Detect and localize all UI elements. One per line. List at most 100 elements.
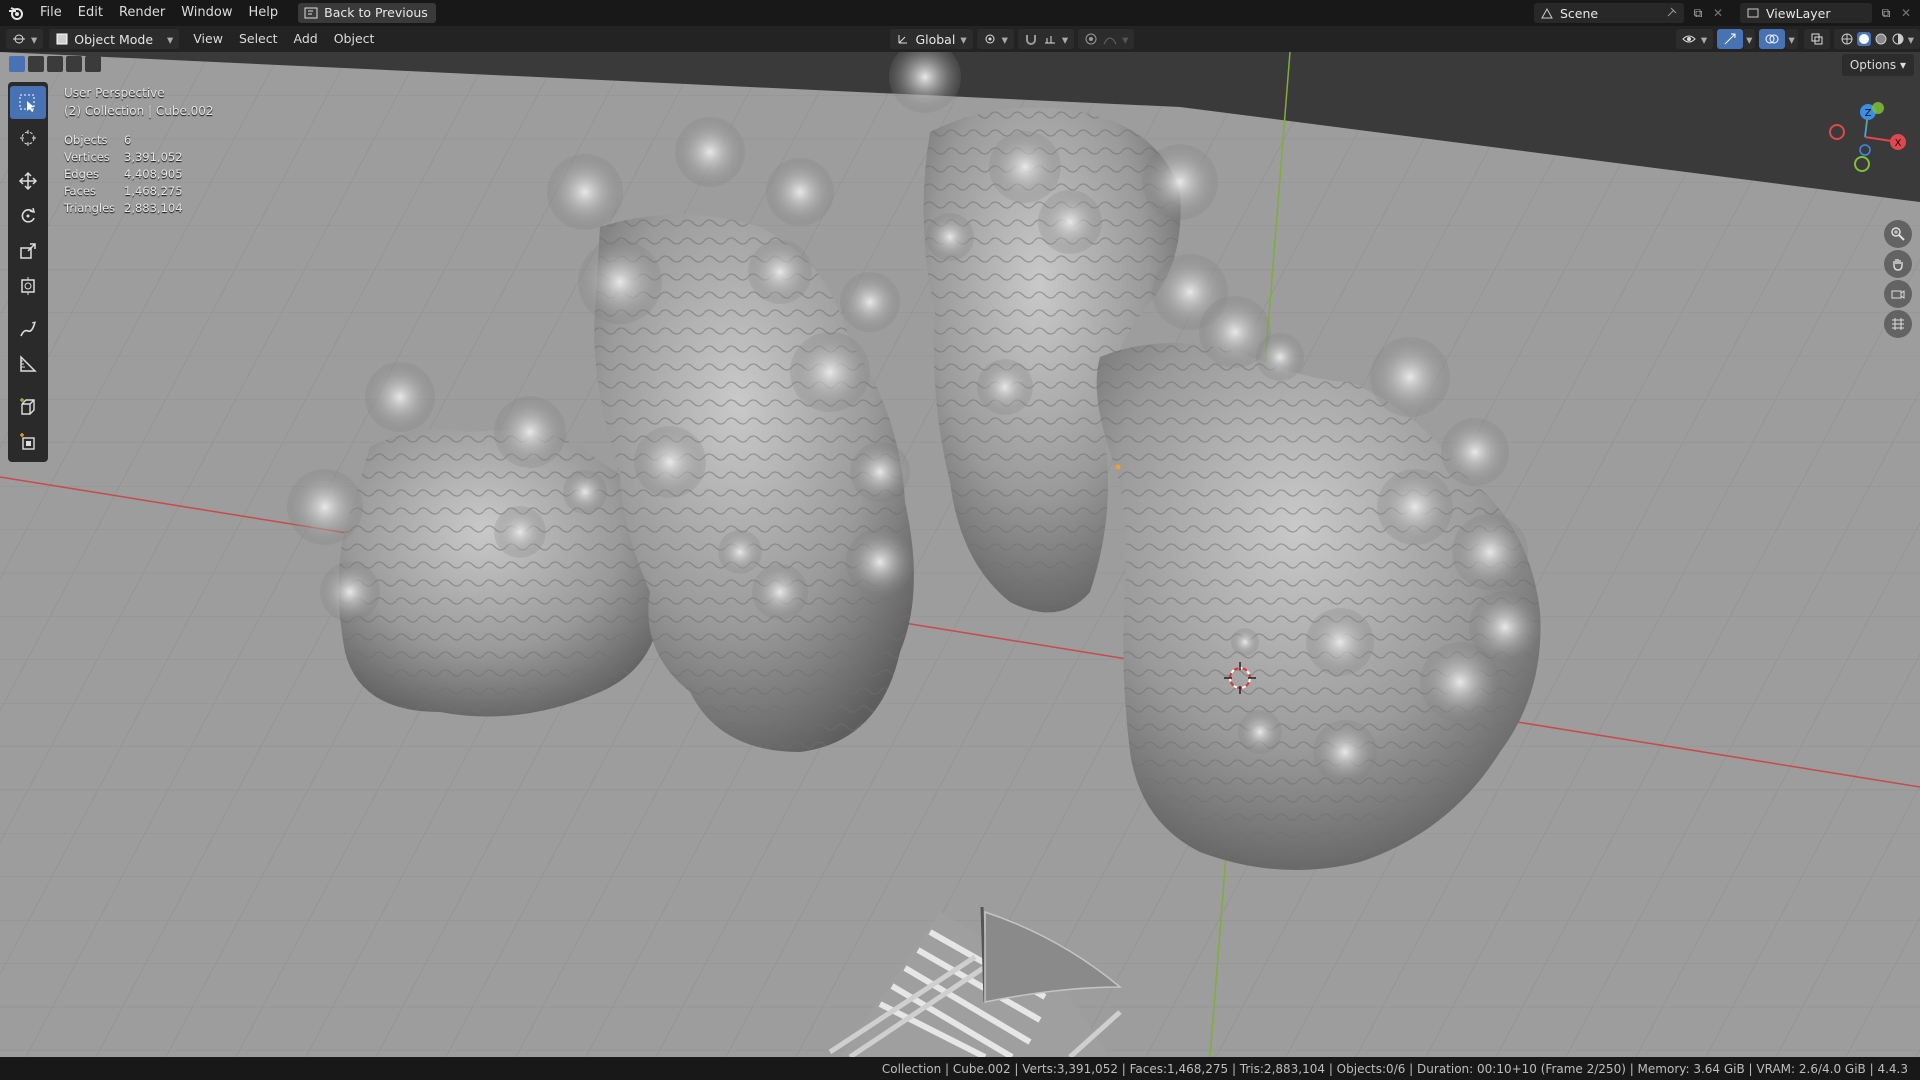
back-to-previous-button[interactable]: Back to Previous bbox=[298, 3, 436, 23]
mode-dropdown[interactable]: Object Mode ▾ bbox=[49, 29, 180, 49]
menu-help[interactable]: Help bbox=[241, 0, 287, 26]
stat-value: 4,408,905 bbox=[124, 167, 183, 181]
screen-back-icon bbox=[304, 7, 318, 19]
options-button[interactable]: Options ▾ bbox=[1841, 54, 1914, 76]
scene-icon bbox=[1541, 7, 1553, 19]
camera-icon[interactable] bbox=[1884, 280, 1912, 308]
remove-scene-icon[interactable]: ✕ bbox=[1708, 6, 1728, 20]
header-menu-add[interactable]: Add bbox=[286, 29, 326, 49]
annotate-tool[interactable] bbox=[10, 312, 46, 345]
stat-key: Edges bbox=[64, 167, 99, 181]
transform-tool[interactable] bbox=[10, 269, 46, 302]
wireframe-shading-icon[interactable] bbox=[1840, 32, 1854, 46]
cursor-icon bbox=[20, 129, 36, 146]
editor-type-dropdown[interactable]: ▾ bbox=[6, 29, 44, 49]
select-subtract-icon[interactable] bbox=[47, 56, 63, 72]
stat-row: Edges 4,408,905 bbox=[64, 166, 183, 183]
gizmo-toggle[interactable] bbox=[1717, 29, 1744, 49]
falloff-curve-icon bbox=[1103, 37, 1117, 45]
new-scene-icon[interactable]: ⧉ bbox=[1688, 6, 1708, 21]
header-menu-select[interactable]: Select bbox=[231, 29, 286, 49]
menu-render[interactable]: Render bbox=[111, 0, 173, 26]
measure-icon bbox=[20, 354, 37, 372]
add-cube-tool[interactable] bbox=[10, 390, 46, 423]
material-shading-icon[interactable] bbox=[1874, 32, 1888, 46]
move-tool[interactable] bbox=[10, 164, 46, 197]
stat-key: Vertices bbox=[64, 150, 110, 164]
pin-icon[interactable] bbox=[1664, 6, 1678, 20]
transform-orientation-dropdown[interactable]: Global ▾ bbox=[890, 29, 973, 49]
select-intersect-icon[interactable] bbox=[85, 56, 101, 72]
measure-tool[interactable] bbox=[10, 347, 46, 380]
header-menu-object[interactable]: Object bbox=[326, 29, 383, 49]
chevron-down-icon: ▾ bbox=[167, 31, 174, 47]
transform-orientation-label: Global bbox=[915, 31, 956, 47]
stat-row: Vertices 3,391,052 bbox=[64, 149, 183, 166]
menu-edit[interactable]: Edit bbox=[70, 0, 111, 26]
view-layer-icon bbox=[1747, 8, 1759, 18]
select-box-icon bbox=[19, 94, 35, 112]
rock-mesh-left[interactable] bbox=[338, 429, 662, 717]
visibility-dropdown[interactable]: ▾ bbox=[1675, 29, 1714, 49]
zoom-icon[interactable] bbox=[1884, 220, 1912, 248]
proportional-editing-dropdown[interactable]: ▾ bbox=[1078, 29, 1135, 49]
menu-file[interactable]: File bbox=[32, 0, 70, 26]
status-bar-text: Collection | Cube.002 | Verts:3,391,052 … bbox=[881, 1061, 1908, 1076]
select-invert-icon[interactable] bbox=[66, 56, 82, 72]
top-menu-bar: File Edit Render Window Help Back to Pre… bbox=[0, 0, 1920, 26]
stat-row: Triangles 2,883,104 bbox=[64, 200, 183, 217]
solid-shading-icon[interactable] bbox=[1856, 32, 1871, 46]
menu-window[interactable]: Window bbox=[173, 0, 240, 26]
shading-modes: ▾ bbox=[1833, 29, 1920, 49]
add-object-tool[interactable] bbox=[10, 425, 46, 458]
rotate-icon bbox=[21, 207, 36, 223]
view-layer-selector[interactable]: ViewLayer bbox=[1740, 3, 1872, 23]
stat-key: Triangles bbox=[64, 201, 116, 215]
gizmo-neg-z-axis bbox=[1859, 144, 1871, 156]
select-box-tool[interactable] bbox=[10, 86, 46, 119]
stat-key: Faces bbox=[64, 184, 96, 198]
scale-tool[interactable] bbox=[10, 234, 46, 267]
grid-view-icon[interactable] bbox=[1884, 310, 1912, 338]
gizmo-y-axis bbox=[1872, 102, 1884, 114]
pivot-point-dropdown[interactable]: ▾ bbox=[976, 29, 1014, 49]
xray-toggle[interactable] bbox=[1803, 29, 1830, 49]
select-new-icon[interactable] bbox=[9, 56, 25, 72]
object-origin bbox=[1115, 464, 1121, 470]
scale-icon bbox=[20, 242, 36, 259]
gizmo-neg-x-axis bbox=[1829, 124, 1845, 140]
header-menu-view[interactable]: View bbox=[185, 29, 231, 49]
select-extend-icon[interactable] bbox=[28, 56, 44, 72]
stat-key: Objects bbox=[64, 133, 108, 147]
xray-icon bbox=[1811, 33, 1823, 45]
rendered-shading-icon[interactable] bbox=[1891, 32, 1905, 46]
overlays-dropdown[interactable]: ▾ bbox=[1785, 29, 1798, 49]
gizmo-dropdown[interactable]: ▾ bbox=[1743, 29, 1756, 49]
pan-hand-icon[interactable] bbox=[1884, 250, 1912, 278]
options-label: Options bbox=[1849, 58, 1897, 72]
3d-viewport[interactable]: User Perspective (2) Collection | Cube.0… bbox=[0, 52, 1920, 1057]
cursor-tool[interactable] bbox=[10, 121, 46, 154]
rotate-tool[interactable] bbox=[10, 199, 46, 232]
gizmo-neg-y-axis bbox=[1854, 156, 1870, 172]
snap-dropdown[interactable]: ▾ bbox=[1017, 29, 1075, 49]
scene-name: Scene bbox=[1560, 5, 1599, 21]
view-perspective-label: User Perspective bbox=[64, 86, 165, 100]
pivot-icon bbox=[985, 34, 995, 44]
view-layer-name: ViewLayer bbox=[1766, 5, 1831, 21]
navigation-gizmo[interactable]: Z X bbox=[1820, 92, 1910, 182]
stat-value: 3,391,052 bbox=[124, 150, 183, 164]
scene-selector[interactable]: Scene bbox=[1534, 3, 1684, 23]
object-mode-icon bbox=[56, 33, 68, 45]
proportional-edit-icon bbox=[1085, 33, 1097, 45]
back-to-previous-label: Back to Previous bbox=[324, 5, 428, 20]
remove-view-layer-icon[interactable]: ✕ bbox=[1896, 6, 1916, 20]
overlays-toggle[interactable] bbox=[1759, 29, 1786, 49]
selection-mode-group bbox=[9, 56, 101, 72]
add-object-icon bbox=[20, 432, 35, 450]
add-cube-icon bbox=[20, 397, 35, 415]
move-icon bbox=[18, 171, 38, 190]
new-view-layer-icon[interactable]: ⧉ bbox=[1876, 6, 1896, 21]
gizmo-icon bbox=[1724, 33, 1736, 45]
blender-logo-icon[interactable] bbox=[0, 6, 32, 20]
